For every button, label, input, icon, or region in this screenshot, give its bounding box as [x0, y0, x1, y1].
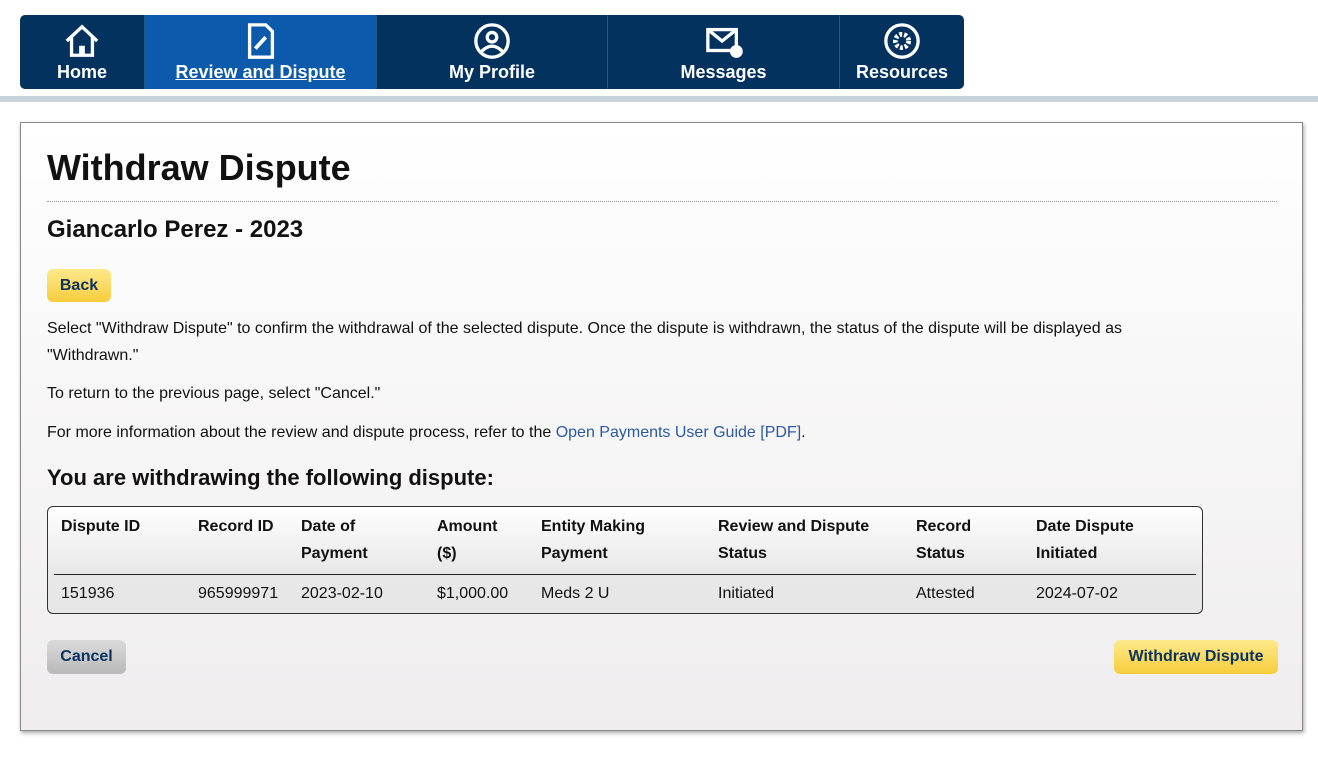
user-guide-link[interactable]: Open Payments User Guide [PDF]	[556, 424, 801, 441]
cancel-instructions-text: To return to the previous page, select "…	[47, 385, 381, 402]
nav-tab-my-profile[interactable]: My Profile	[377, 15, 608, 89]
envelope-icon	[705, 27, 743, 58]
page-subtitle: Giancarlo Perez - 2023	[47, 216, 304, 243]
cell-entity: Meds 2 U	[541, 585, 610, 602]
main-nav: Home Review and Dispute My Profile Messa…	[20, 15, 964, 89]
cell-date-initiated: 2024-07-02	[1036, 585, 1118, 602]
nav-tab-messages[interactable]: Messages	[608, 15, 840, 89]
cell-date-of-payment: 2023-02-10	[301, 585, 383, 602]
withdraw-dispute-button[interactable]: Withdraw Dispute	[1114, 640, 1278, 674]
divider	[47, 201, 1277, 202]
cell-dispute-id: 151936	[61, 585, 115, 602]
col-record-status: Record Status	[916, 518, 972, 562]
col-amount: Amount ($)	[437, 518, 498, 562]
nav-tab-review-and-dispute[interactable]: Review and Dispute	[145, 15, 377, 89]
col-date-initiated: Date Dispute Initiated	[1036, 518, 1134, 562]
cell-record-id: 965999971	[198, 585, 279, 602]
back-button[interactable]: Back	[47, 269, 111, 302]
nav-tab-home[interactable]: Home	[20, 15, 145, 89]
header-rule	[54, 574, 1196, 575]
col-date-of-payment: Date of Payment	[301, 518, 368, 562]
user-circle-icon	[474, 23, 510, 59]
section-heading: You are withdrawing the following disput…	[47, 465, 494, 490]
col-dispute-id: Dispute ID	[61, 518, 141, 535]
page-title: Withdraw Dispute	[47, 147, 351, 188]
gear-icon	[884, 23, 920, 59]
cell-record-status: Attested	[916, 585, 975, 602]
document-edit-icon	[247, 23, 274, 59]
cell-review-status: Initiated	[718, 585, 775, 602]
nav-tab-resources[interactable]: Resources	[840, 15, 964, 89]
more-info-prefix: For more information about the review an…	[47, 424, 556, 441]
withdraw-dispute-panel: Withdraw Dispute Giancarlo Perez - 2023 …	[20, 122, 1303, 731]
more-info-text: For more information about the review an…	[47, 419, 1217, 446]
cancel-button[interactable]: Cancel	[47, 640, 126, 674]
more-info-suffix: .	[801, 424, 806, 441]
nav-divider	[0, 96, 1318, 102]
dispute-table: Dispute ID Record ID Date of Payment Amo…	[47, 506, 1203, 614]
instructions-text: Select "Withdraw Dispute" to confirm the…	[47, 320, 1123, 364]
col-entity: Entity Making Payment	[541, 518, 646, 562]
cell-amount: $1,000.00	[437, 585, 509, 602]
col-review-status: Review and Dispute Status	[718, 518, 870, 562]
col-record-id: Record ID	[198, 518, 274, 535]
home-icon	[65, 24, 99, 57]
